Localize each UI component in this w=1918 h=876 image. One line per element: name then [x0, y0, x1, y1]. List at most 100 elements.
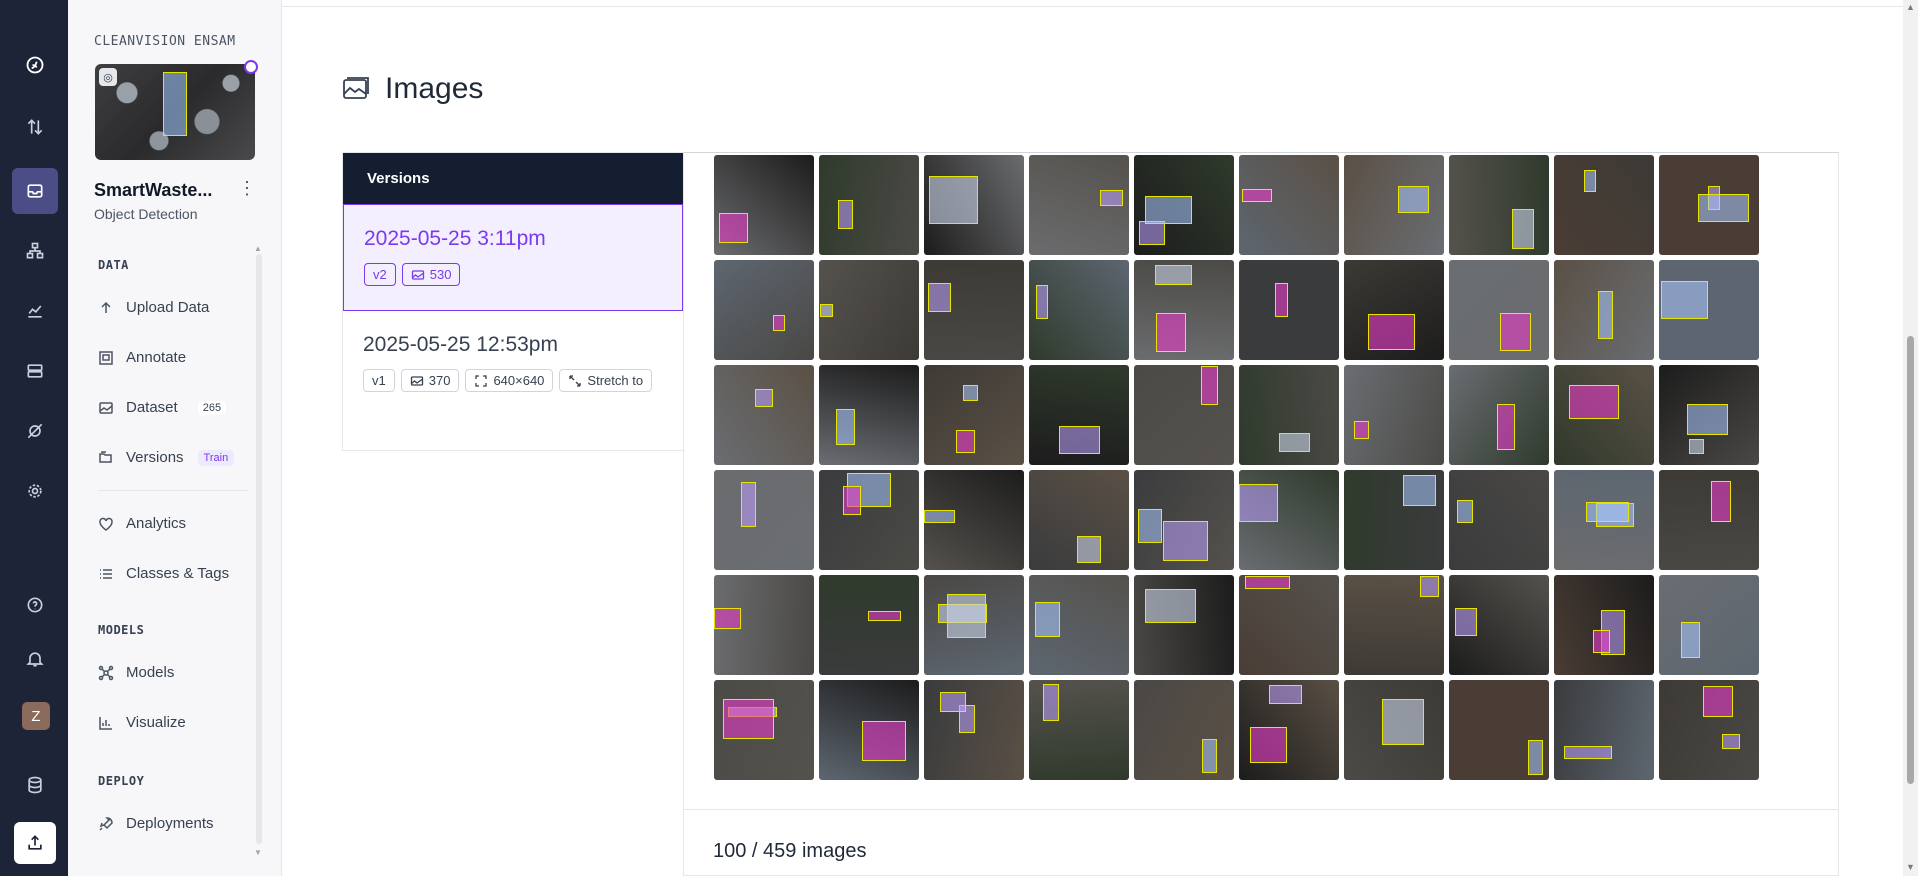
- image-thumbnail[interactable]: [1029, 365, 1129, 465]
- image-thumbnail[interactable]: [1659, 155, 1759, 255]
- help-icon[interactable]: [14, 584, 56, 626]
- image-thumbnail[interactable]: [819, 575, 919, 675]
- image-thumbnail[interactable]: [1239, 470, 1339, 570]
- upload-icon[interactable]: [14, 822, 56, 864]
- image-thumbnail[interactable]: [714, 470, 814, 570]
- sidebar-scrollbar[interactable]: [256, 254, 262, 844]
- image-thumbnail[interactable]: [819, 365, 919, 465]
- sidebar-item-analytics[interactable]: Analytics: [98, 515, 186, 532]
- image-thumbnail[interactable]: [1554, 260, 1654, 360]
- image-thumbnail[interactable]: [1029, 260, 1129, 360]
- image-thumbnail[interactable]: [1344, 260, 1444, 360]
- sidebar-item-deployments[interactable]: Deployments: [98, 815, 214, 832]
- database-icon[interactable]: [14, 764, 56, 806]
- image-thumbnail[interactable]: [1239, 575, 1339, 675]
- image-thumbnail[interactable]: [1029, 470, 1129, 570]
- bounding-box: [1681, 622, 1700, 658]
- gear-icon[interactable]: [14, 470, 56, 512]
- image-thumbnail[interactable]: [924, 680, 1024, 780]
- scroll-down-icon[interactable]: ▼: [1906, 862, 1915, 872]
- image-thumbnail[interactable]: [1344, 155, 1444, 255]
- image-thumbnail[interactable]: [1449, 260, 1549, 360]
- image-thumbnail[interactable]: [1134, 470, 1234, 570]
- image-thumbnail[interactable]: [1029, 155, 1129, 255]
- sidebar-item-models[interactable]: Models: [98, 664, 174, 681]
- roboflow-logo-icon[interactable]: [14, 44, 56, 86]
- image-thumbnail[interactable]: [1449, 365, 1549, 465]
- image-thumbnail[interactable]: [1134, 365, 1234, 465]
- image-thumbnail[interactable]: [1029, 575, 1129, 675]
- bell-icon[interactable]: [14, 638, 56, 680]
- kebab-menu-icon[interactable]: ⋮: [238, 178, 256, 199]
- image-thumbnail[interactable]: [714, 260, 814, 360]
- image-icon: [410, 375, 423, 386]
- sidebar-item-annotate[interactable]: Annotate: [98, 349, 186, 366]
- workspace-name[interactable]: CLEANVISION ENSAM: [94, 34, 236, 49]
- sidebar-item-classes-tags[interactable]: Classes & Tags: [98, 565, 229, 582]
- sidebar-item-versions[interactable]: Versions Train: [98, 449, 235, 466]
- project-thumbnail[interactable]: ◎: [95, 64, 255, 160]
- sidebar-item-upload-data[interactable]: Upload Data: [98, 299, 209, 316]
- sidebar-item-dataset[interactable]: Dataset 265: [98, 399, 227, 416]
- image-thumbnail[interactable]: [1029, 680, 1129, 780]
- bounding-box: [1569, 385, 1619, 419]
- image-thumbnail[interactable]: [819, 680, 919, 780]
- image-thumbnail[interactable]: [1344, 365, 1444, 465]
- image-thumbnail[interactable]: [1239, 260, 1339, 360]
- image-thumbnail[interactable]: [1239, 680, 1339, 780]
- image-thumbnail[interactable]: [819, 155, 919, 255]
- image-thumbnail[interactable]: [924, 155, 1024, 255]
- server-icon[interactable]: [14, 350, 56, 392]
- image-thumbnail[interactable]: [1239, 155, 1339, 255]
- version-card-v2[interactable]: 2025-05-25 3:11pm v2 530: [343, 204, 683, 311]
- page-scrollbar[interactable]: ▲ ▼: [1903, 0, 1918, 876]
- image-thumbnail[interactable]: [1449, 575, 1549, 675]
- image-thumbnail[interactable]: [1554, 680, 1654, 780]
- image-thumbnail[interactable]: [819, 470, 919, 570]
- scroll-up-icon[interactable]: ▲: [1906, 2, 1915, 12]
- image-thumbnail[interactable]: [1344, 470, 1444, 570]
- sort-arrows-icon[interactable]: [14, 106, 56, 148]
- image-thumbnail[interactable]: [1659, 470, 1759, 570]
- image-thumbnail[interactable]: [1449, 680, 1549, 780]
- image-thumbnail[interactable]: [1134, 260, 1234, 360]
- image-thumbnail[interactable]: [924, 260, 1024, 360]
- image-count-tag: 370: [400, 369, 460, 392]
- project-title[interactable]: SmartWaste...: [94, 180, 212, 201]
- image-thumbnail[interactable]: [1554, 470, 1654, 570]
- image-thumbnail[interactable]: [1659, 575, 1759, 675]
- sidebar-scroll-up[interactable]: ▲: [254, 244, 262, 253]
- image-thumbnail[interactable]: [924, 470, 1024, 570]
- image-thumbnail[interactable]: [1659, 680, 1759, 780]
- image-thumbnail[interactable]: [1554, 155, 1654, 255]
- image-thumbnail[interactable]: [1134, 575, 1234, 675]
- image-thumbnail[interactable]: [1554, 575, 1654, 675]
- image-thumbnail[interactable]: [1239, 365, 1339, 465]
- image-thumbnail[interactable]: [1659, 260, 1759, 360]
- image-thumbnail[interactable]: [714, 155, 814, 255]
- image-thumbnail[interactable]: [1449, 470, 1549, 570]
- image-thumbnail[interactable]: [714, 575, 814, 675]
- image-thumbnail[interactable]: [924, 575, 1024, 675]
- line-chart-icon[interactable]: [14, 290, 56, 332]
- user-avatar[interactable]: Z: [22, 702, 50, 730]
- image-thumbnail[interactable]: [1554, 365, 1654, 465]
- inbox-icon[interactable]: [12, 168, 58, 214]
- image-thumbnail[interactable]: [714, 365, 814, 465]
- image-thumbnail[interactable]: [1134, 155, 1234, 255]
- image-thumbnail[interactable]: [819, 260, 919, 360]
- image-thumbnail[interactable]: [1449, 155, 1549, 255]
- image-thumbnail[interactable]: [924, 365, 1024, 465]
- heart-pulse-icon: [98, 516, 114, 532]
- sidebar-scroll-down[interactable]: ▼: [254, 848, 262, 857]
- scrollbar-thumb[interactable]: [1907, 336, 1914, 784]
- sidebar-item-visualize[interactable]: Visualize: [98, 714, 186, 731]
- image-thumbnail[interactable]: [1659, 365, 1759, 465]
- version-card-v1[interactable]: 2025-05-25 12:53pm v1 370 640×640 Stretc…: [343, 311, 683, 451]
- image-thumbnail[interactable]: [1134, 680, 1234, 780]
- image-thumbnail[interactable]: [1344, 575, 1444, 675]
- workflow-icon[interactable]: [14, 230, 56, 272]
- image-thumbnail[interactable]: [1344, 680, 1444, 780]
- satellite-icon[interactable]: [14, 410, 56, 452]
- image-thumbnail[interactable]: [714, 680, 814, 780]
